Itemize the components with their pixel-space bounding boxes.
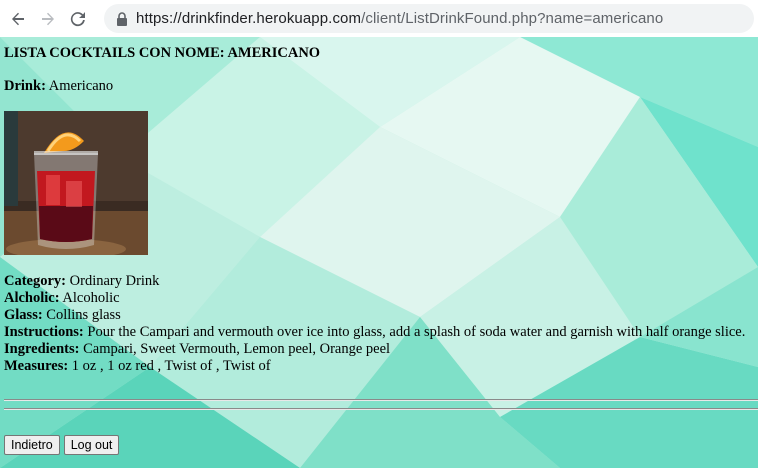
drink-name-row: Drink: Americano [4, 78, 754, 95]
detail-value: Collins glass [46, 307, 121, 323]
detail-label: Alcholic: [4, 290, 60, 306]
reload-icon[interactable] [66, 7, 90, 31]
detail-category: Category: Ordinary Drink [4, 273, 754, 290]
url-text: https://drinkfinder.herokuapp.com/client… [136, 10, 663, 27]
detail-value: Pour the Campari and vermouth over ice i… [87, 324, 746, 340]
detail-instructions: Instructions: Pour the Campari and vermo… [4, 324, 754, 341]
drink-name: Americano [48, 78, 114, 94]
url-path: /client/ListDrinkFound.php?name=american… [361, 10, 664, 27]
detail-value: Alcoholic [62, 290, 120, 306]
action-buttons: Indietro Log out [4, 435, 120, 455]
back-button[interactable]: Indietro [4, 435, 60, 455]
page-title: LISTA COCKTAILS CON NOME: AMERICANO [4, 45, 321, 61]
page-body: LISTA COCKTAILS CON NOME: AMERICANO Drin… [0, 37, 758, 468]
detail-ingredients: Ingredients: Campari, Sweet Vermouth, Le… [4, 341, 754, 358]
details-list: Category: Ordinary Drink Alcholic: Alcoh… [4, 273, 754, 375]
detail-value: Campari, Sweet Vermouth, Lemon peel, Ora… [83, 341, 391, 357]
drink-details: LISTA COCKTAILS CON NOME: AMERICANO Drin… [4, 37, 754, 375]
logout-button[interactable]: Log out [63, 435, 120, 455]
detail-measures: Measures: 1 oz , 1 oz red , Twist of , T… [4, 358, 754, 375]
detail-glass: Glass: Collins glass [4, 307, 754, 324]
detail-label: Category: [4, 273, 67, 289]
url-host: https://drinkfinder.herokuapp.com [136, 10, 362, 27]
browser-toolbar: https://drinkfinder.herokuapp.com/client… [0, 0, 758, 38]
detail-alcoholic: Alcholic: Alcoholic [4, 290, 754, 307]
detail-label: Measures: [4, 358, 69, 374]
detail-value: Ordinary Drink [69, 273, 160, 289]
forward-arrow-icon[interactable] [36, 7, 60, 31]
detail-label: Ingredients: [4, 341, 80, 357]
back-arrow-icon[interactable] [6, 7, 30, 31]
detail-label: Instructions: [4, 324, 84, 340]
detail-label: Glass: [4, 307, 43, 323]
address-bar[interactable]: https://drinkfinder.herokuapp.com/client… [104, 4, 754, 33]
divider-top [4, 399, 758, 401]
detail-value: 1 oz , 1 oz red , Twist of , Twist of [71, 358, 271, 374]
lock-icon [116, 11, 128, 26]
drink-photo [4, 111, 148, 255]
drink-label: Drink: [4, 78, 46, 94]
divider-bottom [4, 408, 758, 410]
